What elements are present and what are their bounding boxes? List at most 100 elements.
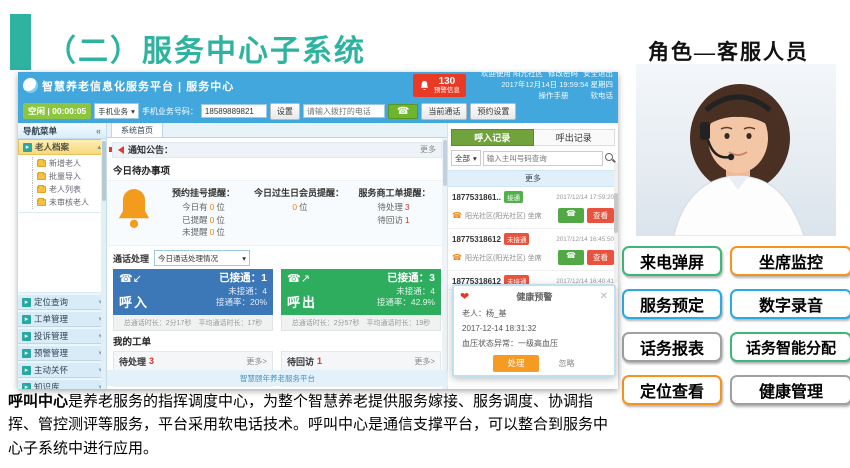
phone-arrow-icon: ☎ — [452, 211, 462, 220]
folder-icon — [37, 173, 46, 180]
callback-button[interactable]: ☎ — [558, 208, 584, 223]
sidebar-title: 导航菜单 — [23, 125, 57, 137]
phone-icon: ☎ — [397, 106, 409, 117]
popup-person: 老人：杨_基 — [462, 306, 606, 321]
change-password-link[interactable]: 修改密码 — [548, 69, 578, 78]
sidebar-item-unreviewed-elder[interactable]: 未审核老人 — [32, 196, 106, 209]
main-scrollbar[interactable] — [442, 138, 447, 389]
status-badge: 未接通 — [504, 233, 530, 245]
description-paragraph: 呼叫中心是养老服务的指挥调度中心，为整个智慧养老提供服务嫁接、服务调度、协调指挥… — [8, 390, 622, 460]
role-label: 角色—客服人员 — [648, 36, 809, 66]
phone-out-icon: ☎↗ — [287, 272, 310, 285]
sidebar-item-batch-import[interactable]: 批量导入 — [32, 170, 106, 183]
sidebar-item-location-query[interactable]: ▸定位查询▾ — [18, 294, 106, 310]
big-bell-icon — [115, 186, 153, 230]
callback-button[interactable]: ☎ — [558, 250, 584, 265]
todo-panel: 预约挂号提醒： 今日有0位 已提醒0位 未提醒0位 今日过生日会员提醒： 0位 … — [107, 180, 447, 246]
sidebar-item-add-elder[interactable]: 新增老人 — [32, 157, 106, 170]
current-call-button[interactable]: 当前通话 — [421, 103, 467, 120]
status-pill: 空闲 | 00:00:05 — [23, 103, 91, 119]
agent-illustration — [636, 64, 836, 236]
sidebar-group-elder-archive[interactable]: ▸ 老人档案 ▴ — [18, 139, 106, 155]
call-toolbar: 空闲 | 00:00:05 手机业务▾ 手机业务号码： 设置 ☎ 当前通话 预约… — [18, 99, 618, 123]
callback-more-link[interactable]: 更多> — [414, 356, 435, 367]
arrow-icon: ▸ — [22, 366, 31, 375]
line-select[interactable]: 手机业务▾ — [94, 103, 139, 119]
feature-smart-dispatch: 话务智能分配 — [730, 332, 850, 362]
outbound-card-footer: 总通话时长：2分57秒 平均通话时长：19秒 — [281, 315, 441, 331]
sidebar-header: 导航菜单 « — [18, 123, 106, 139]
arrow-icon: ▸ — [22, 349, 31, 358]
slide: （二）服务中心子系统 角色—客服人员 来电弹屏 坐席监控 服务预定 数字录音 话… — [0, 0, 850, 468]
sidebar-collapse-icon[interactable]: « — [96, 126, 101, 136]
chevron-down-icon: ▾ — [473, 154, 477, 163]
sidebar-item-alert-mgmt[interactable]: ▸预警管理▾ — [18, 345, 106, 361]
speaker-icon — [118, 146, 124, 154]
nav-sidebar: 导航菜单 « ▸ 老人档案 ▴ 新增老人 批量导入 老人列表 未审核老人 ▸定位… — [18, 123, 107, 389]
title-accent-bar — [10, 14, 31, 70]
paragraph-rest: 是养老服务的指挥调度中心，为整个智慧养老提供服务嫁接、服务调度、协调指挥、管控测… — [8, 393, 608, 457]
inbound-card: ☎↙ 呼入 已接通：1 未接通：4 接通率：20% 总通话时长：2分17秒 平均… — [113, 269, 273, 331]
record-filter-select[interactable]: 全部▾ — [451, 150, 481, 166]
bell-icon — [419, 80, 430, 91]
tab-system-home[interactable]: 系统首页 — [111, 123, 163, 137]
records-more-link[interactable]: 更多 — [448, 170, 618, 187]
datetime-text: 2017年12月14日 19:59:54 星期四 — [476, 80, 613, 91]
logout-link[interactable]: 安全退出 — [583, 69, 613, 78]
arrow-icon: ▸ — [22, 315, 31, 324]
inbound-card-footer: 总通话时长：2分17秒 平均通话时长：17秒 — [113, 315, 273, 331]
sidebar-group-children: 新增老人 批量导入 老人列表 未审核老人 — [18, 155, 106, 213]
todo-col-birthday: 今日过生日会员提醒： 0位 — [254, 186, 344, 239]
feature-traffic-report: 话务报表 — [622, 332, 722, 362]
reserve-settings-button[interactable]: 预约设置 — [470, 103, 516, 120]
feature-seat-monitor: 坐席监控 — [730, 246, 850, 276]
app-header: 智慧养老信息化服务平台 | 服务中心 130 预警信息 欢迎使用 阳光社区修改密… — [18, 72, 618, 99]
alert-count: 130 — [439, 76, 456, 87]
call-handle-select[interactable]: 今日通话处理情况▾ — [154, 250, 250, 266]
folder-icon — [37, 160, 46, 167]
call-record[interactable]: 1877531861.. 接通 2017/12/14 17:59:20 ☎ 阳光… — [448, 187, 618, 229]
pending-more-link[interactable]: 更多> — [246, 356, 267, 367]
phone-number-input[interactable] — [201, 104, 267, 118]
sidebar-item-elder-list[interactable]: 老人列表 — [32, 183, 106, 196]
ignore-link[interactable]: 忽略 — [559, 358, 575, 369]
sidebar-item-complaint-mgmt[interactable]: ▸投诉管理▾ — [18, 328, 106, 344]
alert-label: 预警信息 — [434, 87, 460, 94]
feature-incoming-popup: 来电弹屏 — [622, 246, 722, 276]
alert-badge[interactable]: 130 预警信息 — [413, 74, 466, 96]
sidebar-item-knowledge-base[interactable]: ▸知识库▾ — [18, 379, 106, 389]
todo-section-title: 今日待办事项 — [113, 163, 441, 177]
sidebar-item-active-care[interactable]: ▸主动关怀▾ — [18, 362, 106, 378]
record-search-input[interactable] — [483, 151, 603, 166]
call-handle-label: 通话处理 — [113, 252, 149, 265]
dial-input[interactable] — [303, 104, 385, 118]
search-icon[interactable] — [605, 153, 615, 163]
call-stat-cards: ☎↙ 呼入 已接通：1 未接通：4 接通率：20% 总通话时长：2分17秒 平均… — [113, 269, 441, 331]
settings-button[interactable]: 设置 — [270, 103, 300, 120]
header-links: 欢迎使用 阳光社区修改密码安全退出 2017年12月14日 19:59:54 星… — [476, 69, 613, 102]
sidebar-scrollbar[interactable] — [101, 139, 106, 389]
arrow-icon: ▸ — [23, 143, 32, 152]
view-button[interactable]: 查看 — [587, 250, 614, 265]
app-logo-icon — [23, 78, 38, 93]
close-icon[interactable]: ✕ — [600, 291, 608, 302]
feature-digital-recording: 数字录音 — [730, 289, 850, 319]
notice-more-link[interactable]: 更多 — [420, 144, 436, 155]
orders-section-title: 我的工单 — [113, 334, 441, 348]
tab-inbound-records[interactable]: 呼入记录 — [451, 129, 534, 146]
welcome-text: 欢迎使用 阳光社区 — [481, 69, 543, 78]
folder-icon — [37, 186, 46, 193]
feature-service-booking: 服务预定 — [622, 289, 722, 319]
popup-time: 2017-12-14 18:31:32 — [462, 321, 606, 336]
agent-photo — [636, 64, 836, 236]
health-alert-popup: ❤ 健康预警 ✕ 老人：杨_基 2017-12-14 18:31:32 血压状态… — [452, 284, 616, 377]
arrow-icon: ▸ — [22, 332, 31, 341]
dial-button[interactable]: ☎ — [388, 104, 418, 119]
sidebar-item-workorder-mgmt[interactable]: ▸工单管理▾ — [18, 311, 106, 327]
view-button[interactable]: 查看 — [587, 208, 614, 223]
records-scrollbar[interactable] — [614, 163, 618, 283]
handle-button[interactable]: 处理 — [493, 355, 538, 372]
tab-outbound-records[interactable]: 呼出记录 — [534, 129, 616, 146]
notice-bar: 通知公告： 更多 — [112, 142, 442, 158]
call-record[interactable]: 18775318612 未接通 2017/12/14 16:45:50 ☎ 阳光… — [448, 229, 618, 271]
